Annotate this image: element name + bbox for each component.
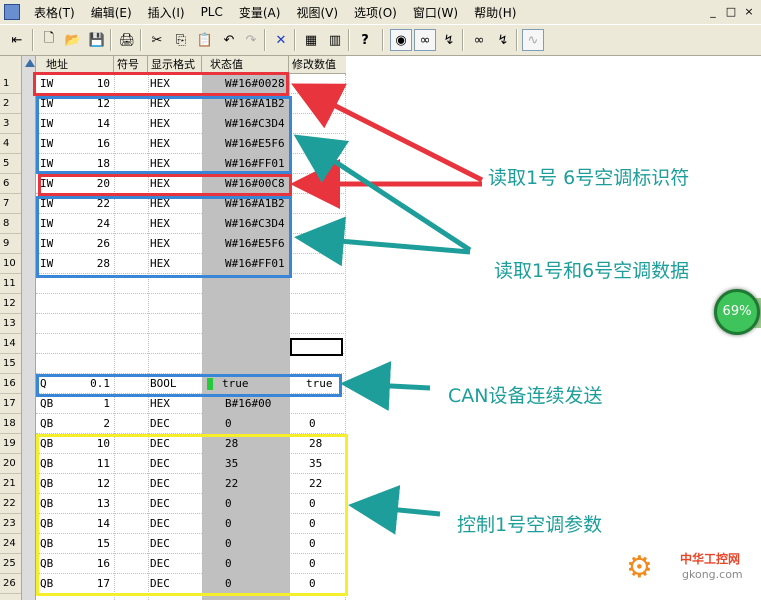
note-control-params: 控制1号空调参数 — [457, 514, 603, 536]
arrow-red-row1 — [291, 83, 484, 183]
watermark-logo: ⚙ 中华工控网 gkong.com — [626, 548, 761, 596]
arrow-teal-rows2-5 — [293, 134, 472, 253]
annotation-arrows — [290, 83, 484, 535]
arrow-teal-rows7-10 — [294, 216, 471, 267]
gear-icon: ⚙ — [626, 550, 653, 585]
watermark-title: 中华工控网 — [680, 552, 741, 566]
note-read-identifier: 读取1号 6号空调标识符 — [488, 167, 690, 189]
arrow-teal-row16 — [340, 361, 431, 411]
arrow-teal-rows19-26 — [348, 485, 441, 535]
note-can-send: CAN设备连续发送 — [448, 385, 603, 407]
app-window: 表格(T) 编辑(E) 插入(I) PLC 变量(A) 视图(V) 选项(O) … — [0, 0, 761, 600]
progress-badge[interactable]: 69% — [714, 289, 760, 335]
note-read-data: 读取1号和6号空调数据 — [494, 260, 690, 282]
watermark-url: gkong.com — [682, 568, 743, 581]
